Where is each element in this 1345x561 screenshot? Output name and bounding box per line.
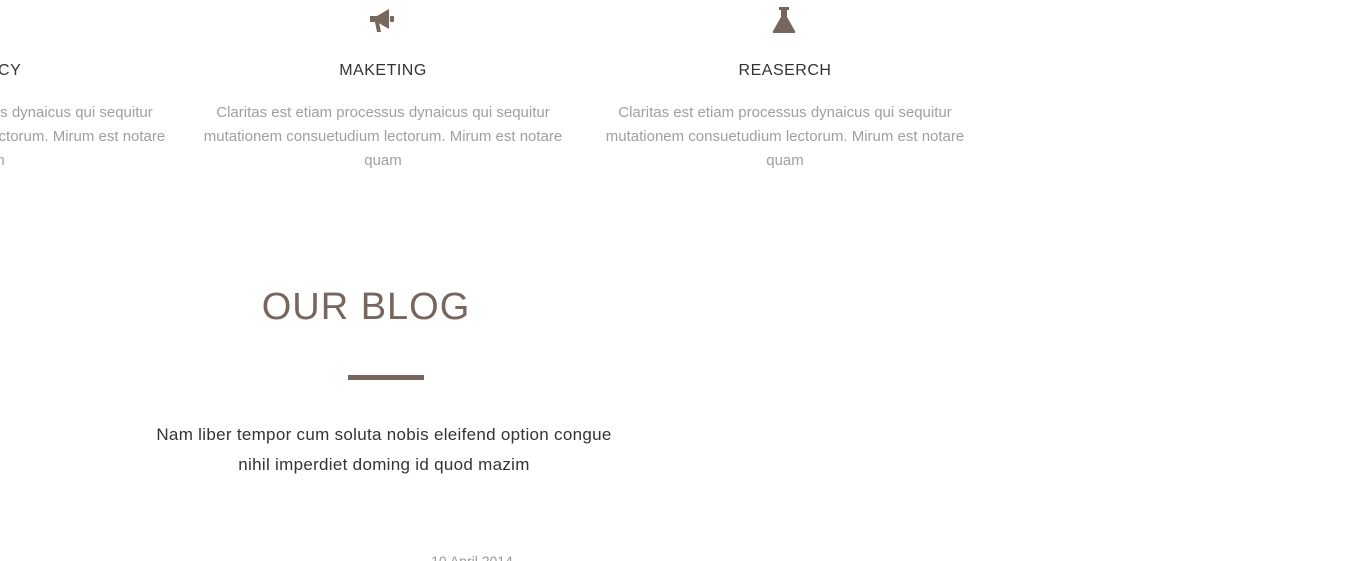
- service-description: Claritas est etiam processus dynaicus qu…: [203, 104, 563, 169]
- section-title: OUR BLOG: [261, 286, 471, 328]
- service-description: Claritas est etiam processus dynaicus qu…: [0, 104, 166, 169]
- service-title: MAKETING: [339, 62, 427, 79]
- service-title: AGENCY: [0, 62, 22, 79]
- post-date: 10 April 2014: [431, 553, 513, 561]
- title-divider: [348, 375, 424, 380]
- service-description: Claritas est etiam processus dynaicus qu…: [605, 104, 965, 169]
- megaphone-icon: [367, 4, 399, 36]
- section-subtitle: Nam liber tempor cum soluta nobis eleife…: [156, 425, 612, 474]
- flask-icon: [768, 4, 800, 36]
- service-title: REASERCH: [738, 62, 832, 79]
- page: AGENCY Claritas est etiam processus dyna…: [0, 0, 1345, 561]
